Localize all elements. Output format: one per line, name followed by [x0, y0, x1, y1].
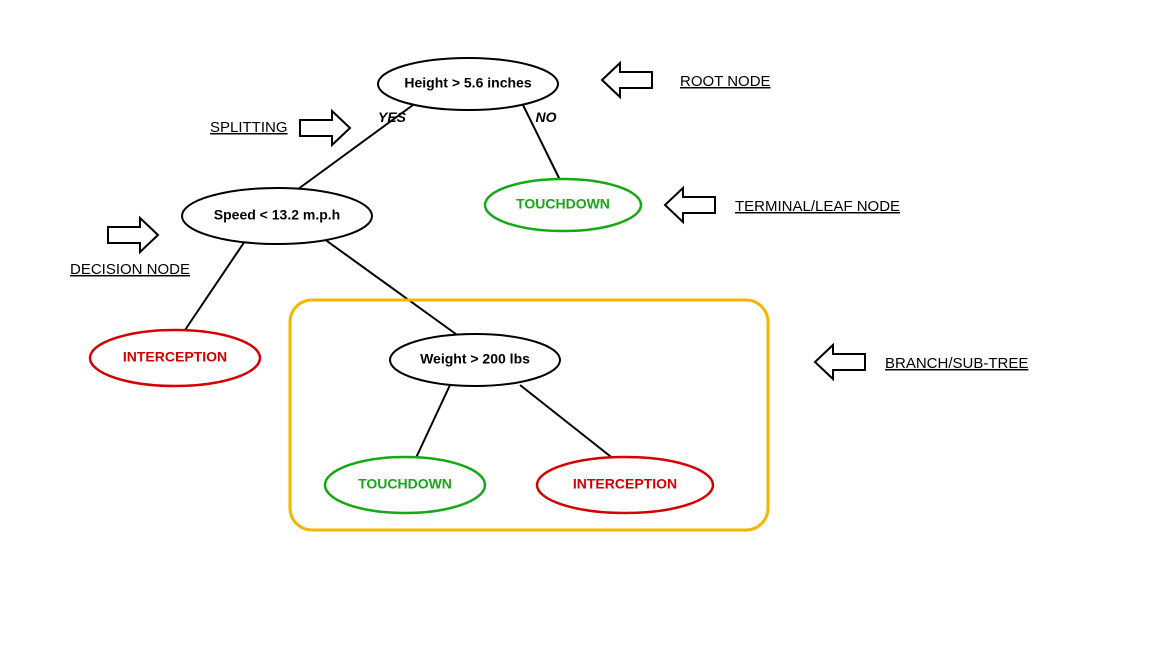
node-touchdown2-label: TOUCHDOWN — [358, 476, 452, 492]
arrow-left-icon — [665, 188, 715, 222]
annotation-terminal-leaf-text: TERMINAL/LEAF NODE — [735, 198, 900, 215]
node-weight: Weight > 200 lbs — [390, 334, 560, 386]
node-interception-1: INTERCEPTION — [90, 330, 260, 386]
node-interception1-label: INTERCEPTION — [123, 349, 227, 365]
node-root-label: Height > 5.6 inches — [404, 75, 531, 91]
node-touchdown1-label: TOUCHDOWN — [516, 196, 610, 212]
arrow-right-icon — [108, 218, 158, 252]
node-speed: Speed < 13.2 m.p.h — [182, 188, 372, 244]
node-touchdown-2: TOUCHDOWN — [325, 457, 485, 513]
annotation-decision-node-text: DECISION NODE — [70, 261, 190, 278]
node-interception2-label: INTERCEPTION — [573, 476, 677, 492]
node-speed-label: Speed < 13.2 m.p.h — [214, 207, 340, 223]
arrow-right-icon — [300, 111, 350, 145]
annotation-root-node-text: ROOT NODE — [680, 73, 771, 90]
annotation-terminal-leaf: TERMINAL/LEAF NODE — [665, 188, 900, 222]
node-root: Height > 5.6 inches — [378, 58, 558, 110]
branch-yes-label: YES — [378, 109, 407, 125]
tree-edges — [185, 105, 615, 460]
node-interception-2: INTERCEPTION — [537, 457, 713, 513]
annotation-splitting: SPLITTING — [210, 111, 350, 145]
arrow-left-icon — [815, 345, 865, 379]
annotation-splitting-text: SPLITTING — [210, 119, 288, 136]
branch-no-label: NO — [536, 109, 557, 125]
annotation-branch-subtree-text: BRANCH/SUB-TREE — [885, 355, 1028, 372]
node-weight-label: Weight > 200 lbs — [420, 351, 530, 367]
annotation-decision-node: DECISION NODE — [70, 218, 190, 278]
annotation-branch-subtree: BRANCH/SUB-TREE — [815, 345, 1028, 379]
node-touchdown-1: TOUCHDOWN — [485, 179, 641, 231]
arrow-left-icon — [602, 63, 652, 97]
annotation-root-node: ROOT NODE — [602, 63, 771, 97]
